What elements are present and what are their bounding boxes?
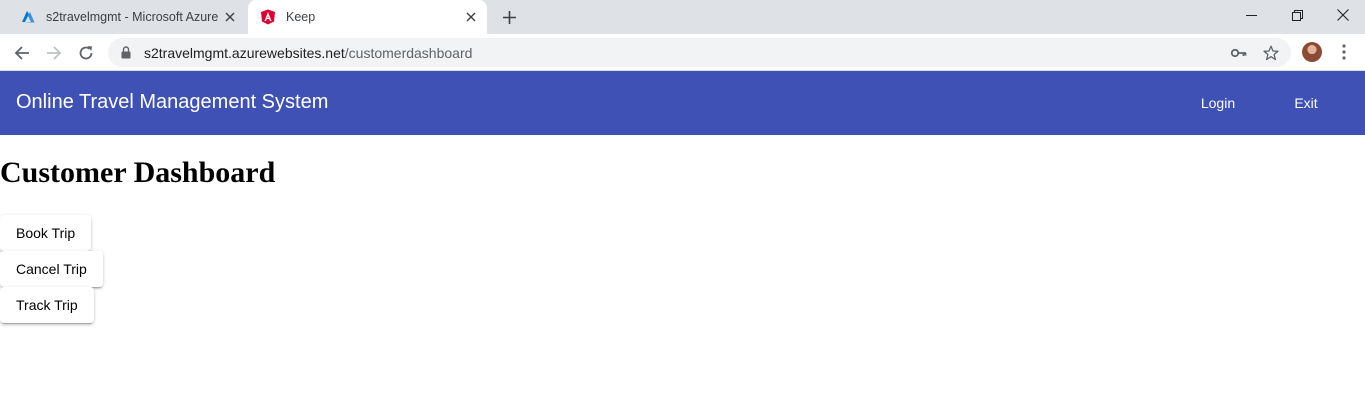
lock-icon <box>118 45 134 61</box>
arrow-right-icon <box>47 46 62 60</box>
close-window-button[interactable] <box>1320 0 1365 30</box>
app-toolbar: Online Travel Management System Login Ex… <box>0 71 1365 135</box>
page-title: Customer Dashboard <box>0 156 276 189</box>
browser-tab-strip: s2travelmgmt - Microsoft Azure Keep <box>0 0 1365 34</box>
close-icon <box>1337 9 1349 21</box>
track-trip-button[interactable]: Track Trip <box>0 287 94 323</box>
url-path: /customerdashboard <box>344 44 473 61</box>
new-tab-button[interactable] <box>498 6 520 28</box>
tab-title: s2travelmgmt - Microsoft Azure <box>46 10 219 24</box>
url-host: s2travelmgmt.azurewebsites.net <box>144 44 345 61</box>
plus-icon <box>502 10 516 24</box>
bookmark-star-icon[interactable] <box>1260 42 1282 64</box>
arrow-left-icon <box>14 46 29 60</box>
back-button[interactable] <box>8 39 36 67</box>
browser-menu-button[interactable] <box>1334 40 1354 64</box>
restore-icon <box>1291 9 1303 21</box>
browser-tab-keep[interactable]: Keep <box>248 0 487 34</box>
minimize-icon <box>1245 14 1257 16</box>
restore-window-button[interactable] <box>1274 0 1320 30</box>
address-bar[interactable]: s2travelmgmt.azurewebsites.net/customerd… <box>108 38 1291 67</box>
exit-button[interactable]: Exit <box>1274 85 1338 121</box>
cancel-trip-button[interactable]: Cancel Trip <box>0 251 103 287</box>
reload-icon <box>79 46 93 60</box>
tab-title: Keep <box>286 10 316 24</box>
login-button[interactable]: Login <box>1186 85 1250 121</box>
close-tab-icon[interactable] <box>222 9 238 25</box>
book-trip-button[interactable]: Book Trip <box>0 215 92 251</box>
azure-logo-icon <box>20 9 36 25</box>
forward-button[interactable] <box>40 39 68 67</box>
key-icon[interactable] <box>1228 42 1250 64</box>
app-title: Online Travel Management System <box>16 91 329 113</box>
close-tab-icon[interactable] <box>463 9 479 25</box>
browser-tab-azure[interactable]: s2travelmgmt - Microsoft Azure <box>8 0 246 34</box>
minimize-window-button[interactable] <box>1228 0 1274 30</box>
profile-avatar[interactable] <box>1302 42 1322 62</box>
reload-button[interactable] <box>72 39 100 67</box>
more-vert-icon <box>1342 44 1346 60</box>
angular-logo-icon <box>260 9 276 25</box>
browser-toolbar: s2travelmgmt.azurewebsites.net/customerd… <box>0 34 1365 71</box>
